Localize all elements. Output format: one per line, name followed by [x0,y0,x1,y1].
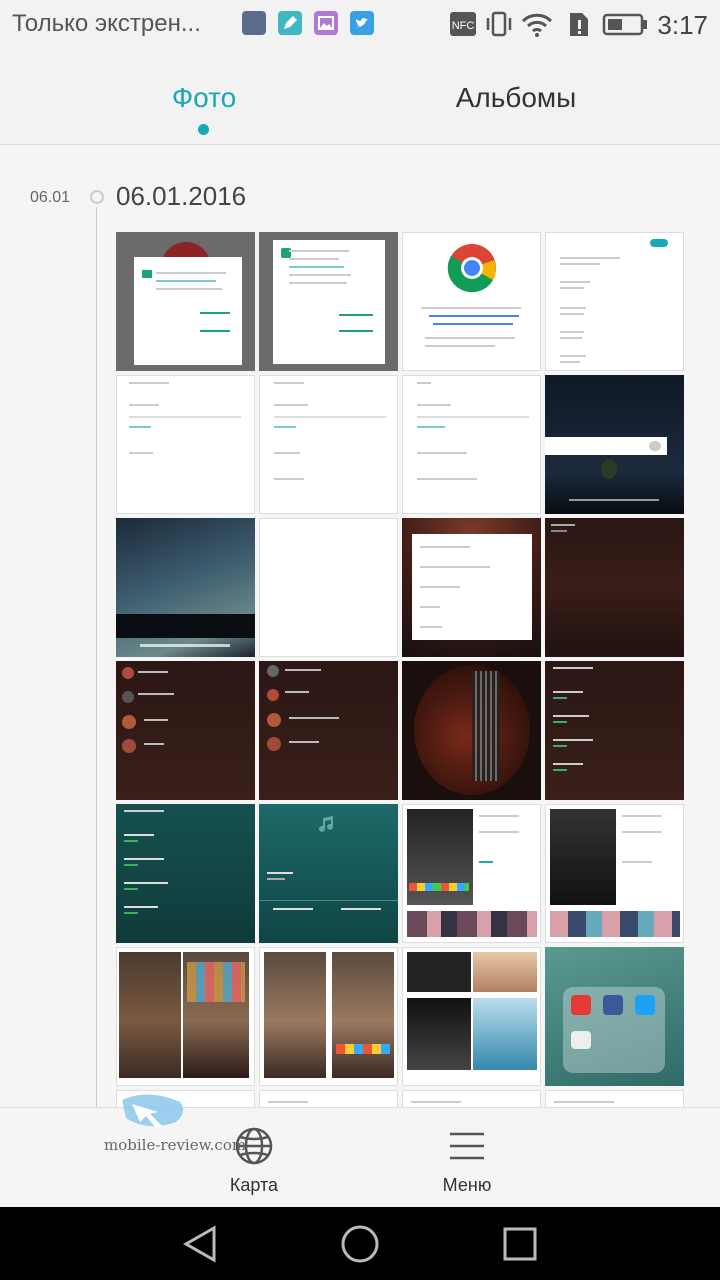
photo-thumbnail[interactable] [259,947,398,1086]
photo-thumbnail[interactable] [116,375,255,514]
watermark-text: mobile-review.com [104,1136,247,1154]
menu-label: Меню [442,1175,492,1195]
recents-square-icon [503,1227,537,1261]
photo-thumbnail[interactable] [259,1090,398,1107]
bottom-action-bar: Карта Меню [0,1107,720,1208]
gallery-notification-icon [314,11,338,35]
photo-thumbnail[interactable] [545,947,684,1086]
photo-thumbnail[interactable] [545,661,684,800]
back-button[interactable] [170,1221,230,1267]
tab-bar: Фото Альбомы [0,52,720,145]
photo-thumbnail[interactable] [402,804,541,943]
watermark-logo [122,1094,184,1128]
photo-thumbnail[interactable] [402,1090,541,1107]
photo-thumbnail[interactable] [259,804,398,943]
edit-notification-icon [278,11,302,35]
timeline-line [96,207,97,1107]
notification-text: Только экстрен... [12,10,201,37]
menu-icon [450,1132,484,1160]
photo-thumbnail[interactable] [116,518,255,657]
back-triangle-icon [182,1225,216,1263]
photo-thumbnail[interactable] [116,947,255,1086]
photo-thumbnail[interactable] [259,518,398,657]
vibrate-icon [484,10,514,38]
menu-button[interactable]: Меню [407,1126,527,1196]
status-bar: Только экстрен... NFC 3:17 [0,0,720,52]
photo-thumbnail[interactable] [259,232,398,371]
system-nav-bar [0,1207,720,1280]
active-tab-indicator [198,124,209,135]
battery-icon [602,10,648,38]
photo-thumbnail[interactable] [545,1090,684,1107]
status-clock: 3:17 [657,10,708,40]
photo-thumbnail[interactable] [545,232,684,371]
nfc-icon: NFC [449,10,477,38]
photo-thumbnail[interactable] [545,518,684,657]
app-notification-icon [242,11,266,35]
timeline-date-header: 06.01.2016 [116,181,247,211]
photo-thumbnail[interactable] [545,375,684,514]
photo-thumbnail[interactable] [402,661,541,800]
recents-button[interactable] [490,1221,550,1267]
map-label: Карта [229,1175,279,1195]
sim-alert-icon [566,10,592,38]
photo-thumbnail[interactable] [402,232,541,371]
home-circle-icon [341,1225,379,1263]
tab-photos[interactable]: Фото [104,82,304,114]
svg-text:NFC: NFC [452,20,475,32]
timeline-short-date: 06.01 [30,189,71,206]
photo-timeline[interactable]: 06.01 06.01.2016 [0,145,720,1107]
twitter-notification-icon [350,11,374,35]
photo-thumbnail[interactable] [402,947,541,1086]
photo-thumbnail[interactable] [259,661,398,800]
photo-thumbnail[interactable] [116,804,255,943]
photo-thumbnail[interactable] [116,661,255,800]
photo-thumbnail[interactable] [402,375,541,514]
photo-thumbnail[interactable] [545,804,684,943]
photo-thumbnail[interactable] [402,518,541,657]
wifi-icon [520,10,554,38]
home-button[interactable] [330,1221,390,1267]
photo-thumbnail[interactable] [116,232,255,371]
timeline-dot [90,190,104,204]
tab-albums[interactable]: Альбомы [416,82,616,114]
photo-thumbnail[interactable] [259,375,398,514]
